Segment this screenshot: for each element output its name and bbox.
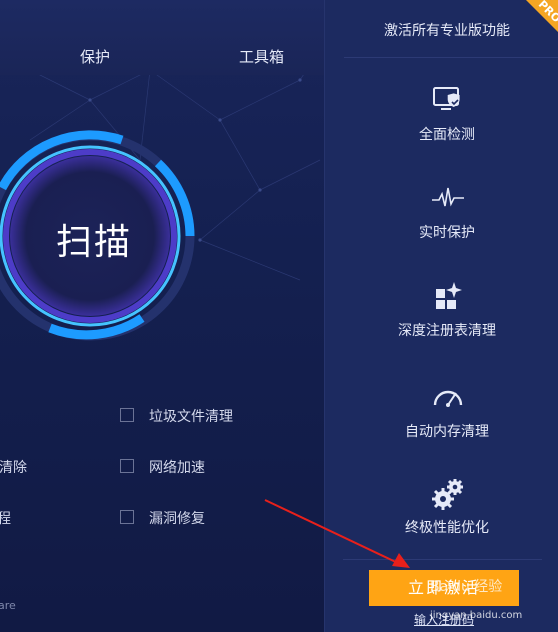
feature-label: 深度注册表清理 (398, 323, 496, 339)
baidu-watermark: Baidu 经验 (430, 579, 503, 595)
gears-icon (432, 479, 463, 510)
option-label: 垃圾文件清理 (149, 409, 233, 425)
scan-button-label[interactable]: 扫描 (56, 213, 132, 265)
feature-registry-clean: 深度注册表清理 (344, 280, 550, 350)
feature-realtime-protection: 实时保护 (344, 182, 550, 252)
monitor-shield-icon (433, 87, 460, 110)
pro-badge: PRO (526, 0, 558, 32)
footer-partial-text: are (0, 599, 16, 612)
upgrade-panel: 激活所有专业版功能 全面检测 实时保护 深度注册表清理 自动内存清理 终极性能优… (324, 0, 558, 632)
main-panel: 保护 工具箱 扫描 垃圾文件清理 网络加速 漏洞修复 清除 程 are (0, 0, 324, 632)
feature-memory-clean: 自动内存清理 (344, 381, 550, 451)
feature-label: 自动内存清理 (405, 424, 489, 440)
registry-sparkle-icon (436, 282, 462, 309)
feature-label: 终极性能优化 (405, 520, 489, 536)
option-label: 漏洞修复 (149, 511, 205, 527)
speedometer-icon (433, 390, 463, 407)
option-label: 网络加速 (149, 460, 205, 476)
partial-option-label: 程 (0, 511, 11, 527)
watermark-url: jingyan.baidu.com (430, 610, 523, 621)
junk-clean-checkbox[interactable] (120, 408, 134, 422)
feature-full-scan: 全面检测 (344, 84, 550, 154)
feature-performance-boost: 终极性能优化 (344, 477, 550, 547)
feature-label: 全面检测 (419, 127, 475, 143)
divider (343, 559, 542, 560)
nav-tab-toolbox[interactable]: 工具箱 (239, 46, 284, 67)
feature-label: 实时保护 (419, 225, 475, 241)
top-nav: 保护 工具箱 (0, 0, 324, 75)
partial-option-label: 清除 (0, 460, 27, 476)
network-boost-checkbox[interactable] (120, 459, 134, 473)
nav-tab-protect[interactable]: 保护 (80, 46, 110, 67)
heartbeat-icon (432, 187, 464, 207)
vuln-fix-checkbox[interactable] (120, 510, 134, 524)
